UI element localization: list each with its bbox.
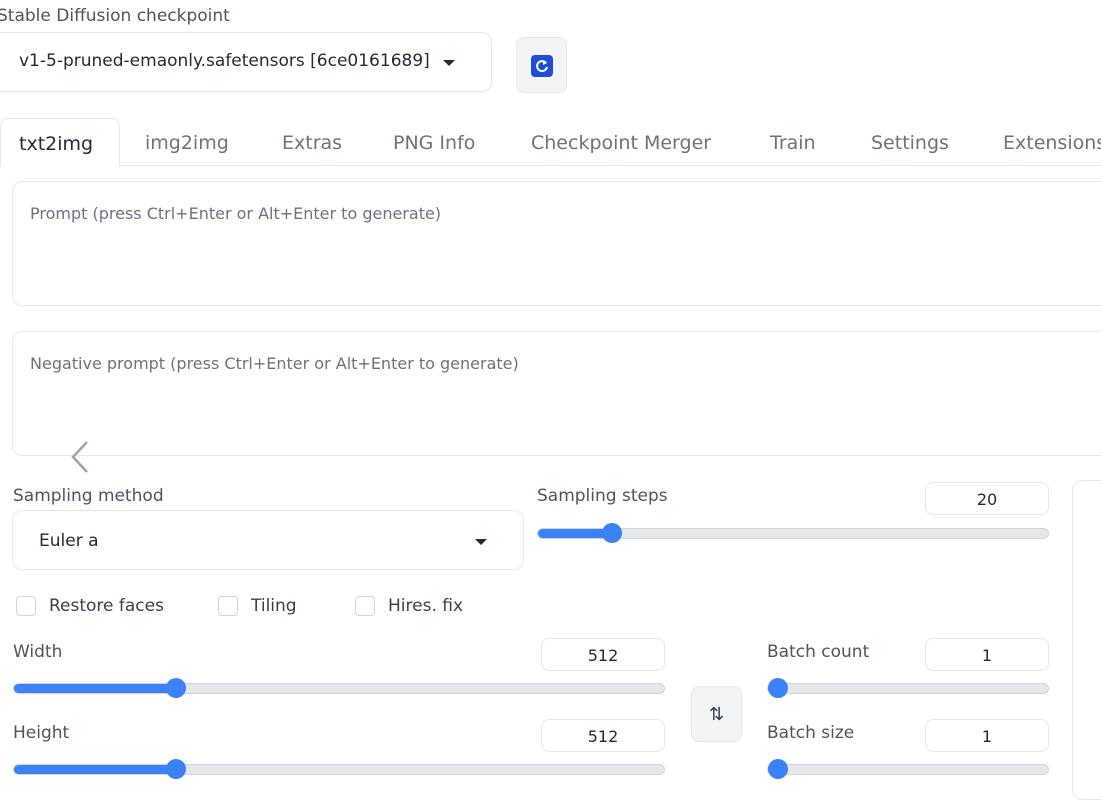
tab-img2img[interactable]: img2img [145, 118, 229, 166]
chevron-left-icon[interactable] [70, 440, 90, 474]
refresh-icon [531, 55, 553, 77]
negative-prompt-placeholder: Negative prompt (press Ctrl+Enter or Alt… [30, 354, 519, 373]
slider-thumb[interactable] [165, 678, 186, 698]
sampling-steps-input[interactable]: 20 [925, 482, 1049, 515]
refresh-checkpoint-button[interactable] [516, 37, 567, 93]
slider-fill [14, 684, 176, 693]
slider-thumb[interactable] [601, 523, 622, 543]
batch-count-input[interactable]: 1 [925, 638, 1049, 671]
checkpoint-value: v1-5-pruned-emaonly.safetensors [6ce0161… [19, 51, 430, 71]
tab-png-info[interactable]: PNG Info [393, 118, 475, 166]
negative-prompt-input[interactable]: Negative prompt (press Ctrl+Enter or Alt… [12, 331, 1101, 456]
hires-fix-checkbox[interactable] [355, 596, 375, 616]
sampling-steps-label: Sampling steps [537, 486, 668, 506]
width-label: Width [13, 642, 63, 662]
tab-extensions[interactable]: Extensions [1003, 118, 1101, 166]
tab-bar: txt2img img2img Extras PNG Info Checkpoi… [0, 118, 1101, 167]
slider-fill [14, 765, 176, 774]
chevron-down-icon [443, 60, 455, 66]
width-input[interactable]: 512 [541, 638, 665, 671]
batch-size-input[interactable]: 1 [925, 719, 1049, 752]
batch-count-slider[interactable] [767, 678, 1049, 698]
sampling-method-label: Sampling method [13, 486, 164, 506]
tiling-checkbox[interactable] [218, 596, 238, 616]
slider-thumb[interactable] [768, 678, 788, 698]
prompt-input[interactable]: Prompt (press Ctrl+Enter or Alt+Enter to… [12, 181, 1101, 306]
tab-txt2img[interactable]: txt2img [0, 118, 120, 167]
sampling-method-dropdown[interactable]: Euler a [12, 510, 524, 570]
checkpoint-label: Stable Diffusion checkpoint [0, 6, 230, 26]
height-input[interactable]: 512 [541, 719, 665, 752]
hires-fix-label: Hires. fix [388, 596, 464, 616]
slider-fill [538, 529, 612, 538]
output-panel [1072, 480, 1101, 800]
restore-faces-checkbox[interactable] [16, 596, 36, 616]
restore-faces-label: Restore faces [49, 596, 164, 616]
batch-count-label: Batch count [767, 642, 870, 662]
batch-size-label: Batch size [767, 723, 855, 743]
tab-extras[interactable]: Extras [282, 118, 342, 166]
tiling-label: Tiling [251, 596, 297, 616]
slider-thumb[interactable] [165, 759, 186, 779]
sampling-method-value: Euler a [39, 531, 99, 551]
batch-size-slider[interactable] [767, 759, 1049, 779]
height-label: Height [13, 723, 70, 743]
tab-train[interactable]: Train [770, 118, 816, 166]
height-slider[interactable] [13, 759, 665, 779]
checkpoint-dropdown[interactable]: v1-5-pruned-emaonly.safetensors [6ce0161… [0, 32, 492, 92]
swap-icon: ⇅ [708, 704, 725, 725]
prompt-placeholder: Prompt (press Ctrl+Enter or Alt+Enter to… [30, 204, 442, 223]
sampling-steps-slider[interactable] [537, 523, 1049, 543]
swap-dimensions-button[interactable]: ⇅ [691, 686, 742, 742]
tab-checkpoint-merger[interactable]: Checkpoint Merger [531, 118, 711, 166]
slider-thumb[interactable] [768, 759, 788, 779]
chevron-down-icon [475, 539, 487, 545]
width-slider[interactable] [13, 678, 665, 698]
tab-settings[interactable]: Settings [871, 118, 949, 166]
